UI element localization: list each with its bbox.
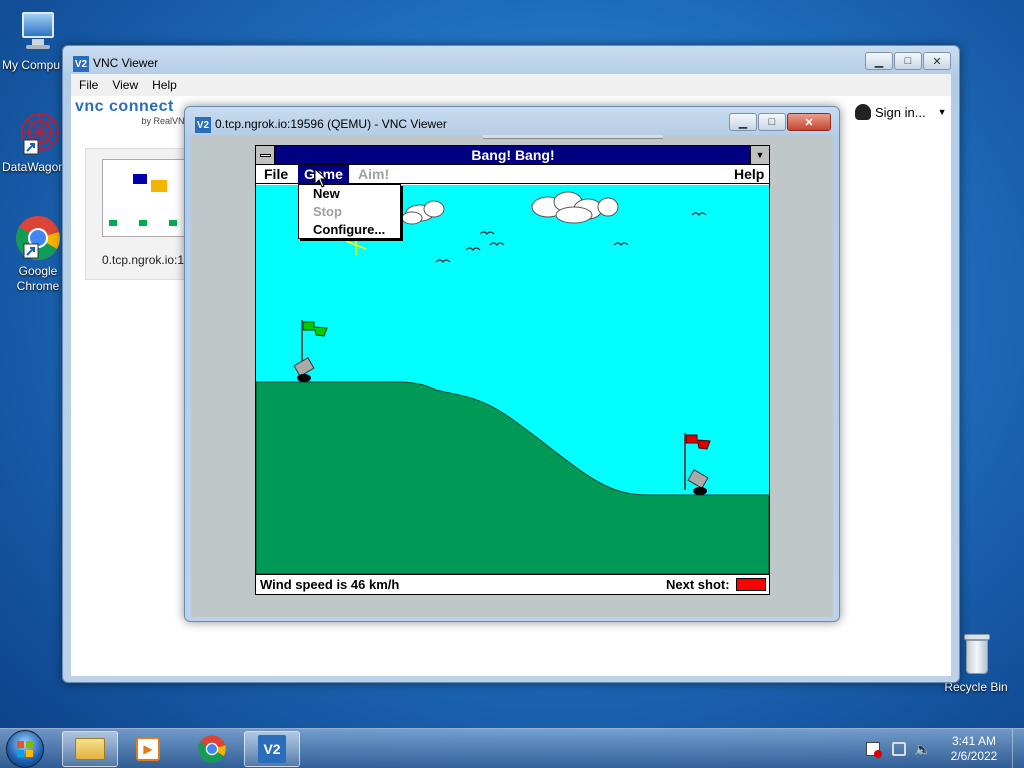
clock-date: 2/6/2022 — [950, 749, 998, 763]
game-status-bar: Wind speed is 46 km/h Next shot: — [256, 574, 769, 594]
action-center-flag-icon[interactable] — [866, 742, 882, 758]
maximize-button[interactable]: □ — [894, 52, 922, 70]
game-menu-help[interactable]: Help — [728, 165, 770, 184]
connection-thumbnail-image — [102, 159, 192, 237]
next-shot-label: Next shot: — [666, 577, 730, 592]
vnc-logo-icon: V2 — [73, 56, 89, 72]
close-button[interactable]: ✕ — [923, 52, 951, 70]
menu-help[interactable]: Help — [152, 78, 177, 92]
game-menu-aim: Aim! — [358, 166, 390, 182]
menu-file[interactable]: File — [79, 78, 98, 92]
cloud-icon — [401, 200, 445, 225]
user-icon — [855, 104, 871, 120]
window-controls: ▁ □ ✕ — [865, 52, 951, 70]
window-title: VNC Viewer — [93, 56, 159, 70]
vnc-logo-icon: V2 — [258, 735, 286, 763]
game-title-bar: Bang! Bang! ▼ — [256, 146, 769, 165]
menu-item-stop: Stop — [313, 204, 342, 219]
maximize-button[interactable]: □ — [758, 113, 786, 131]
computer-icon — [14, 8, 62, 56]
taskbar-media-player[interactable]: ▶ — [120, 731, 176, 767]
taskbar-vnc-viewer[interactable]: V2 — [244, 731, 300, 767]
connection-thumbnail-label: 0.tcp.ngrok.io:1 — [102, 253, 185, 267]
taskbar-chrome[interactable] — [184, 731, 240, 767]
chrome-icon — [198, 735, 226, 763]
game-minimize-button[interactable]: ▼ — [750, 146, 769, 164]
mouse-cursor-icon — [314, 168, 328, 188]
wind-speed-status: Wind speed is 46 km/h — [260, 577, 400, 592]
media-player-icon: ▶ — [136, 737, 160, 761]
menu-item-new[interactable]: New — [313, 186, 340, 201]
clock-time: 3:41 AM — [951, 734, 997, 748]
datawagon-icon — [14, 110, 62, 158]
game-playfield[interactable] — [256, 185, 769, 574]
vnc-session-window: V2 0.tcp.ngrok.io:19596 (QEMU) - VNC Vie… — [184, 106, 840, 622]
system-menu-button[interactable] — [256, 146, 275, 164]
vnc-connect-logo: vnc connect by RealVNC — [75, 98, 191, 126]
windows-logo-icon — [17, 741, 33, 757]
chevron-down-icon: ▼ — [937, 107, 947, 117]
player-cannon-green — [293, 320, 328, 382]
taskbar: ▶ V2 🔈 3:41 AM 2/6/2022 — [0, 728, 1024, 768]
taskbar-file-explorer[interactable] — [62, 731, 118, 767]
game-scene — [256, 191, 769, 574]
game-dropdown-menu: New Stop Configure... — [298, 184, 401, 239]
start-button[interactable] — [6, 730, 44, 768]
sign-in-button[interactable]: Sign in... ▼ — [855, 104, 947, 120]
window-title: 0.tcp.ngrok.io:19596 (QEMU) - VNC Viewer — [215, 117, 447, 131]
game-menu-file[interactable]: File — [258, 165, 294, 184]
volume-icon[interactable]: 🔈 — [914, 741, 931, 758]
minimize-button[interactable]: ▁ — [865, 52, 893, 70]
enemy-cannon-red — [684, 433, 711, 495]
menu-view[interactable]: View — [112, 78, 138, 92]
cloud-icon — [531, 191, 619, 224]
game-menu-bar: File Game Aim! Help — [256, 165, 769, 184]
network-icon[interactable] — [892, 742, 906, 756]
menu-bar: File View Help — [71, 74, 951, 96]
game-window: Bang! Bang! ▼ File Game Aim! Help Wind s… — [255, 145, 770, 595]
close-button[interactable]: ✕ — [787, 113, 831, 131]
menu-item-configure[interactable]: Configure... — [313, 222, 385, 237]
chrome-icon — [14, 214, 62, 262]
minimize-button[interactable]: ▁ — [729, 113, 757, 131]
next-shot-indicator — [736, 578, 766, 591]
show-desktop-button[interactable] — [1012, 729, 1024, 768]
game-title: Bang! Bang! — [471, 147, 555, 163]
folder-icon — [75, 738, 105, 760]
vnc-logo-icon: V2 — [195, 117, 211, 133]
remote-desktop-area[interactable]: Bang! Bang! ▼ File Game Aim! Help Wind s… — [191, 135, 833, 617]
system-clock[interactable]: 3:41 AM 2/6/2022 — [944, 734, 1004, 764]
window-controls: ▁ □ ✕ — [729, 113, 831, 131]
